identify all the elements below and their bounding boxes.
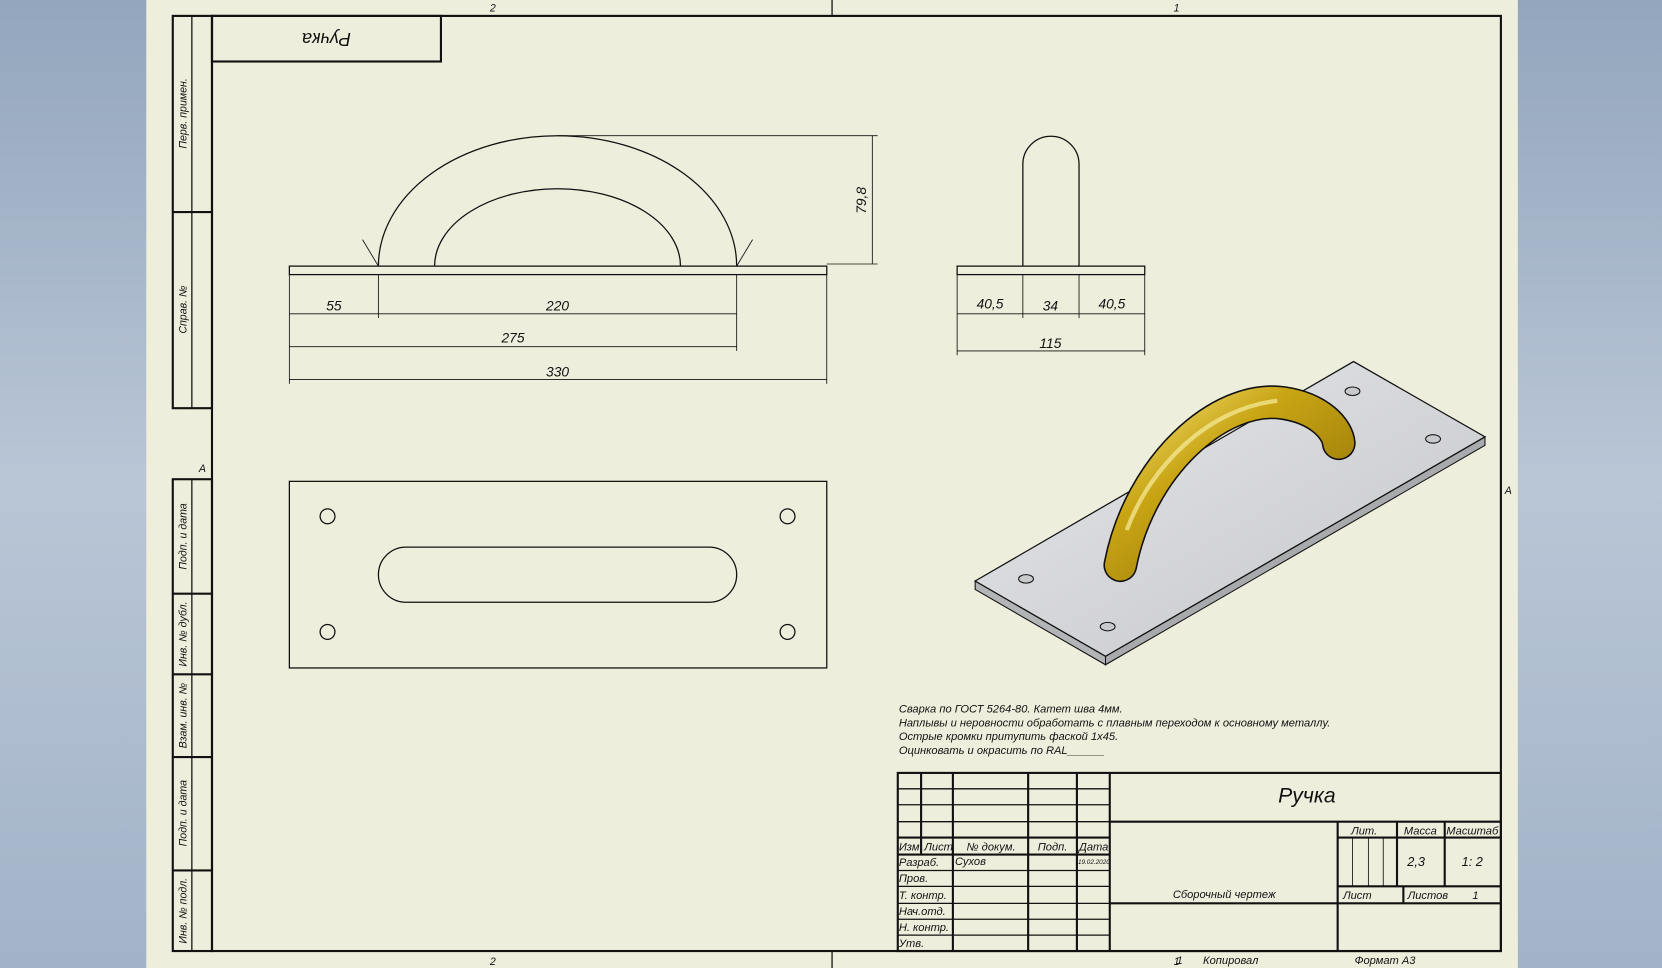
dim-label: 115 <box>1039 336 1061 351</box>
strip-label: Перв. примен. <box>178 78 190 148</box>
scale-label: Масштаб <box>1446 825 1499 837</box>
note-line: Острые кромки притупить фаской 1х45. <box>899 731 1118 743</box>
zone-marker: A <box>1504 485 1512 497</box>
role-cell: Н. контр. <box>899 922 949 934</box>
dim-label: 34 <box>1043 299 1059 314</box>
header-cell: Дата <box>1077 841 1108 853</box>
note-line: Наплывы и неровности обработать с плавны… <box>899 717 1331 729</box>
header-cell: Подп. <box>1038 841 1068 853</box>
role-cell: Нач.отд. <box>899 906 946 918</box>
strip-label: Подп. и дата <box>178 503 190 569</box>
developer-name: Сухов <box>955 856 986 868</box>
zone-marker: 2 <box>489 956 496 968</box>
role-cell: Т. контр. <box>899 890 947 902</box>
role-cell: Разраб. <box>899 857 939 869</box>
drawing-canvas: 2 1 2 1 A A Ручка Перв. примен. Справ. №… <box>0 0 1662 968</box>
sheet-label: Лист <box>1342 890 1372 902</box>
zone-marker: 2 <box>489 3 496 15</box>
mass-value: 2,3 <box>1406 854 1425 869</box>
header-cell: Лист <box>923 841 953 853</box>
dim-label: 220 <box>545 299 569 314</box>
developer-date: 19.02.2020 <box>1078 859 1110 866</box>
strip-label: Взам. инв. № <box>178 683 190 749</box>
strip-label: Подп. и дата <box>178 780 190 846</box>
dim-label: 330 <box>546 364 569 379</box>
dim-height: 79,8 <box>854 187 869 214</box>
mass-label: Масса <box>1404 825 1437 837</box>
scale-value: 1: 2 <box>1462 854 1483 869</box>
note-line: Оцинковать и окрасить по RAL______ <box>899 745 1105 757</box>
note-line: Сварка по ГОСТ 5264-80. Катет шва 4мм. <box>899 703 1123 715</box>
sheets-value: 1 <box>1472 890 1478 902</box>
corner-stamp-text: Ручка <box>302 29 351 49</box>
dim-label: 55 <box>326 299 342 314</box>
role-cell: Утв. <box>898 938 924 950</box>
lit-label: Лит. <box>1350 825 1377 837</box>
strip-label: Справ. № <box>178 286 190 334</box>
role-cell: Пров. <box>899 873 928 885</box>
sheets-label: Листов <box>1407 890 1449 902</box>
dim-label: 40,5 <box>1098 297 1125 312</box>
document-type: Сборочный чертеж <box>1173 889 1277 901</box>
footer-number: 1 <box>1177 955 1183 967</box>
zone-marker: A <box>198 463 206 475</box>
dim-label: 40,5 <box>977 297 1004 312</box>
footer-format: Формат А3 <box>1355 955 1417 967</box>
strip-label: Инв. № дубл. <box>178 601 190 666</box>
drawing-title: Ручка <box>1278 785 1336 808</box>
zone-marker: 1 <box>1174 3 1180 15</box>
strip-label: Инв. № подл. <box>178 878 190 944</box>
header-cell: Изм. <box>899 841 923 853</box>
footer-copied: Копировал <box>1203 955 1259 967</box>
header-cell: № докум. <box>967 841 1016 853</box>
dim-label: 275 <box>501 330 525 345</box>
